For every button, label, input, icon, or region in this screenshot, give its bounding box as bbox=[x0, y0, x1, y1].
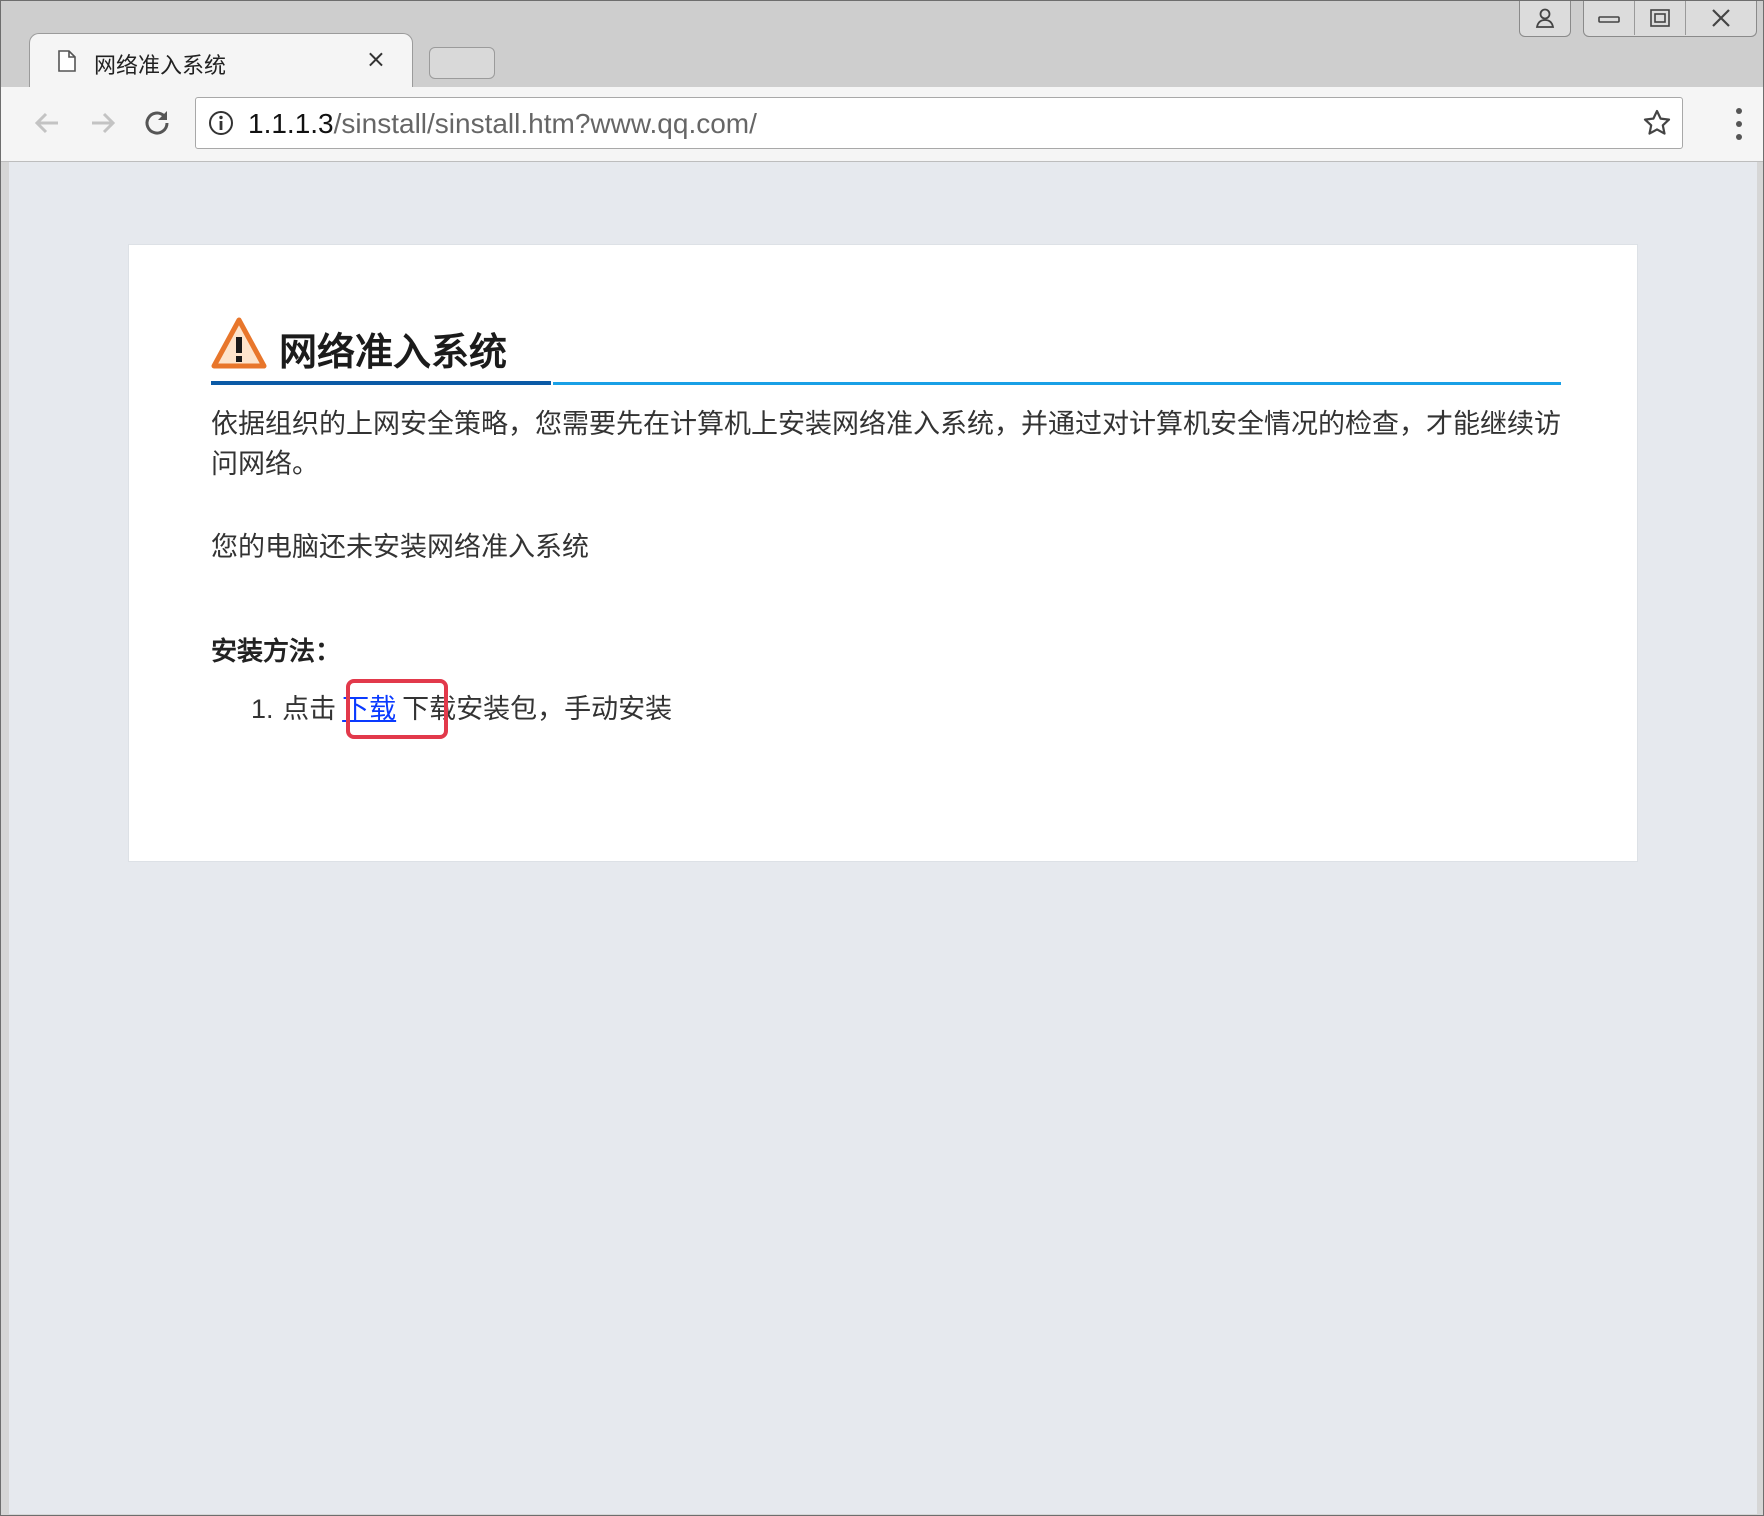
step-number: 1. bbox=[251, 694, 274, 724]
user-icon[interactable] bbox=[1520, 1, 1570, 35]
url-path: /sinstall/sinstall.htm?www.qq.com/ bbox=[333, 108, 757, 139]
new-tab-button[interactable] bbox=[429, 47, 495, 79]
heading-row: 网络准入系统 bbox=[211, 317, 1561, 375]
url-host: 1.1.1.3 bbox=[248, 108, 334, 139]
forward-arrow-icon[interactable] bbox=[83, 103, 123, 143]
back-arrow-icon[interactable] bbox=[27, 103, 67, 143]
restore-icon[interactable] bbox=[1634, 1, 1685, 35]
policy-description: 依据组织的上网安全策略，您需要先在计算机上安装网络准入系统，并通过对计算机安全情… bbox=[211, 409, 1561, 480]
content-card: 网络准入系统 依据组织的上网安全策略，您需要先在计算机上安装网络准入系统，并通过… bbox=[128, 244, 1638, 862]
download-highlight-box bbox=[346, 679, 448, 739]
page-viewport: 网络准入系统 依据组织的上网安全策略，您需要先在计算机上安装网络准入系统，并通过… bbox=[9, 162, 1757, 1514]
tab-active[interactable]: 网络准入系统 × bbox=[29, 33, 413, 89]
close-icon[interactable] bbox=[1685, 1, 1756, 35]
method-title: 安装方法： bbox=[211, 637, 342, 667]
minimize-icon[interactable] bbox=[1584, 1, 1634, 35]
title-underline-dark bbox=[211, 381, 551, 385]
window-controls bbox=[1519, 1, 1757, 37]
address-bar[interactable]: 1.1.1.3/sinstall/sinstall.htm?www.qq.com… bbox=[195, 97, 1683, 149]
star-icon[interactable] bbox=[1642, 108, 1672, 138]
warning-icon bbox=[211, 317, 267, 369]
url-text[interactable]: 1.1.1.3/sinstall/sinstall.htm?www.qq.com… bbox=[248, 108, 757, 140]
page-icon bbox=[58, 50, 76, 72]
profile-group bbox=[1519, 1, 1571, 37]
title-bar: 网络准入系统 × bbox=[1, 1, 1763, 89]
page-title: 网络准入系统 bbox=[279, 330, 508, 374]
install-step: 1. 点击 下载 下载安装包，手动安装 bbox=[251, 687, 672, 726]
info-icon[interactable] bbox=[208, 110, 234, 136]
title-underline-light bbox=[553, 382, 1561, 385]
browser-window: 网络准入系统 × 1.1.1.3/sinstall/sinstall.htm?w… bbox=[0, 0, 1764, 1516]
tab-close-icon[interactable]: × bbox=[366, 45, 386, 73]
toolbar: 1.1.1.3/sinstall/sinstall.htm?www.qq.com… bbox=[1, 87, 1763, 162]
install-status: 您的电脑还未安装网络准入系统 bbox=[211, 532, 589, 563]
tab-title: 网络准入系统 bbox=[94, 54, 227, 79]
kebab-menu-icon[interactable] bbox=[1735, 107, 1743, 141]
window-buttons bbox=[1583, 1, 1757, 37]
reload-icon[interactable] bbox=[137, 103, 177, 143]
step-prefix: 点击 bbox=[282, 694, 337, 725]
